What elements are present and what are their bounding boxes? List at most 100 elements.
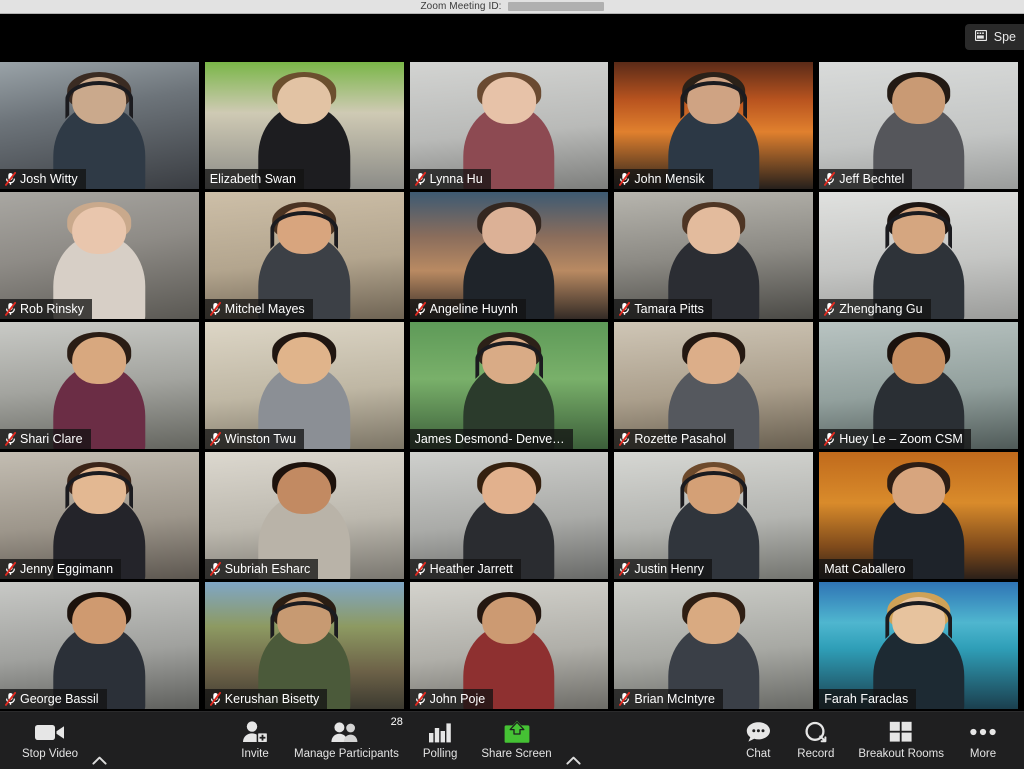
window-grid-icon — [974, 29, 987, 44]
chat-button[interactable]: Chat — [731, 712, 785, 760]
participant-cell: James Desmond- Denve… — [409, 321, 615, 451]
participants-icon — [331, 719, 361, 745]
muted-microphone-icon — [4, 301, 17, 316]
participant-face — [72, 337, 127, 385]
participant-tile[interactable]: Zhenghang Gu — [819, 192, 1018, 319]
invite-person-icon — [242, 719, 268, 745]
muted-microphone-icon — [209, 561, 221, 576]
top-band: Spe — [0, 14, 1024, 61]
record-circle-icon — [804, 719, 828, 745]
participant-tile[interactable]: Angeline Huynh — [409, 192, 609, 319]
participant-tile[interactable]: Heather Jarrett — [409, 452, 609, 579]
participant-name: Matt Caballero — [824, 561, 906, 576]
meeting-id-redacted-value — [507, 2, 604, 11]
participant-cell: George Bassil — [0, 581, 205, 711]
muted-microphone-icon — [619, 561, 631, 576]
bar-chart-icon — [428, 719, 452, 745]
participant-tile[interactable]: George Bassil — [0, 582, 199, 709]
more-dots-icon — [970, 719, 996, 745]
participant-tile[interactable]: John Mensik — [614, 62, 814, 189]
participant-tile[interactable]: Lynna Hu — [409, 62, 609, 189]
participant-name: Heather Jarrett — [429, 561, 513, 576]
participant-headset — [475, 341, 543, 380]
participant-tile[interactable]: Farah Faraclas — [819, 582, 1018, 709]
participant-tile[interactable]: Jenny Eggimann — [0, 452, 199, 579]
participant-headset — [884, 601, 953, 640]
record-label: Record — [797, 748, 835, 760]
participant-face — [72, 597, 127, 645]
participant-name: Brian McIntyre — [634, 691, 715, 706]
manage-participants-button[interactable]: 28 Manage Participants — [282, 712, 411, 760]
participant-tile[interactable]: Justin Henry — [614, 452, 814, 579]
more-button[interactable]: More — [956, 712, 1010, 760]
participant-tile[interactable]: Shari Clare — [0, 322, 199, 449]
participant-cell: Heather Jarrett — [409, 451, 615, 581]
participant-tile[interactable]: Kerushan Bisetty — [204, 582, 404, 709]
participant-cell: Mitchel Mayes — [204, 191, 410, 321]
toolbar-right-group: Chat Record Breakout Rooms More — [731, 712, 1010, 769]
breakout-rooms-label: Breakout Rooms — [858, 748, 944, 760]
share-screen-button[interactable]: Share Screen — [469, 712, 563, 760]
meeting-id-label: Zoom Meeting ID: — [420, 0, 502, 12]
participant-tile[interactable]: Winston Twu — [204, 322, 404, 449]
participant-headset — [679, 81, 748, 120]
polling-button[interactable]: Polling — [411, 712, 470, 760]
participant-cell: Huey Le – Zoom CSM — [819, 321, 1024, 451]
participant-cell: John Poje — [409, 581, 615, 711]
participant-cell: Matt Caballero — [819, 451, 1024, 581]
participant-headset — [65, 81, 134, 120]
stop-video-button[interactable]: Stop Video — [10, 712, 90, 760]
muted-microphone-icon — [414, 691, 426, 706]
participant-tile[interactable]: James Desmond- Denve… — [409, 322, 609, 449]
participant-name: Jenny Eggimann — [20, 561, 114, 576]
participant-tile[interactable]: Elizabeth Swan — [204, 62, 404, 189]
view-toggle-button[interactable]: Spe — [964, 24, 1024, 50]
muted-microphone-icon — [414, 301, 426, 316]
participant-name-badge: Rob Rinsky — [0, 298, 92, 319]
participant-name-badge: Jenny Eggimann — [0, 558, 122, 579]
participant-name-badge: Heather Jarrett — [409, 558, 521, 579]
participant-name-badge: Tamara Pitts — [614, 298, 712, 319]
participant-name-badge: Matt Caballero — [819, 558, 914, 579]
grid-squares-icon — [889, 719, 913, 745]
participant-headset — [270, 211, 338, 250]
participant-name-badge: James Desmond- Denve… — [409, 428, 573, 449]
toolbar-middle-group: Invite 28 Manage Participants Polling Share … — [228, 712, 587, 769]
share-screen-options-caret-icon[interactable] — [560, 752, 587, 769]
participant-tile[interactable]: Brian McIntyre — [614, 582, 814, 709]
participant-tile[interactable]: Josh Witty — [0, 62, 199, 189]
participant-tile[interactable]: Tamara Pitts — [614, 192, 814, 319]
chat-label: Chat — [746, 748, 771, 760]
participant-face — [482, 77, 536, 125]
participant-name: Shari Clare — [20, 431, 83, 446]
invite-button[interactable]: Invite — [228, 712, 282, 760]
participant-headset — [679, 471, 748, 510]
participant-tile[interactable]: John Poje — [409, 582, 609, 709]
participant-name-badge: Subriah Esharc — [204, 558, 319, 579]
participant-name-badge: Kerushan Bisetty — [204, 688, 328, 709]
participant-name: James Desmond- Denve… — [414, 431, 565, 446]
participant-tile[interactable]: Mitchel Mayes — [204, 192, 404, 319]
participant-name: Jeff Bechtel — [839, 171, 905, 186]
participant-tile[interactable]: Rozette Pasahol — [614, 322, 814, 449]
participant-face — [482, 207, 536, 255]
stop-video-options-caret-icon[interactable] — [86, 752, 113, 769]
muted-microphone-icon — [414, 561, 426, 576]
participant-face — [686, 597, 741, 645]
participant-name: Farah Faraclas — [824, 691, 909, 706]
participant-tile[interactable]: Rob Rinsky — [0, 192, 199, 319]
muted-microphone-icon — [4, 561, 17, 576]
participant-tile[interactable]: Subriah Esharc — [204, 452, 404, 579]
muted-microphone-icon — [4, 691, 17, 706]
participant-tile[interactable]: Huey Le – Zoom CSM — [819, 322, 1018, 449]
participant-cell: Rob Rinsky — [0, 191, 205, 321]
participant-cell: Rozette Pasahol — [614, 321, 819, 451]
share-screen-icon — [504, 719, 530, 745]
participant-tile[interactable]: Matt Caballero — [819, 452, 1018, 579]
breakout-rooms-button[interactable]: Breakout Rooms — [846, 712, 956, 760]
record-button[interactable]: Record — [785, 712, 846, 760]
participant-headset — [884, 211, 953, 250]
participant-tile[interactable]: Jeff Bechtel — [819, 62, 1018, 189]
muted-microphone-icon — [824, 301, 836, 316]
participant-name-badge: Huey Le – Zoom CSM — [819, 428, 971, 449]
